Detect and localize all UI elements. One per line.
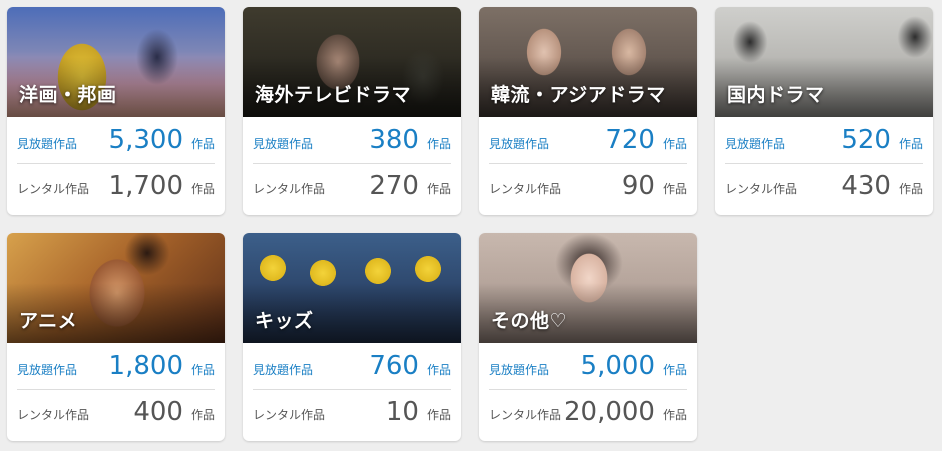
genre-card-overseas-drama[interactable]: 海外テレビドラマ 見放題作品 380 作品 レンタル作品 270 作品 — [243, 7, 461, 215]
unlimited-label: 見放題作品 — [253, 136, 314, 151]
rental-label: レンタル作品 — [489, 182, 562, 196]
rental-count: 10 — [385, 396, 419, 427]
card-title: アニメ — [19, 310, 78, 332]
genre-card-kids[interactable]: キッズ 見放題作品 760 作品 レンタル作品 10 作品 — [243, 233, 461, 441]
rental-row: レンタル作品 400 作品 — [17, 390, 215, 433]
unlimited-unit: 作品 — [426, 362, 451, 377]
card-title: キッズ — [255, 310, 314, 332]
rental-label: レンタル作品 — [253, 182, 326, 196]
card-thumbnail: 洋画・邦画 — [7, 7, 225, 117]
rental-unit: 作品 — [662, 182, 687, 196]
unlimited-unit: 作品 — [426, 136, 451, 151]
rental-count: 270 — [369, 170, 419, 201]
rental-label: レンタル作品 — [17, 408, 90, 422]
unlimited-unit: 作品 — [190, 362, 215, 377]
rental-count: 20,000 — [564, 396, 655, 427]
rental-unit: 作品 — [662, 408, 687, 422]
rental-row: レンタル作品 270 作品 — [253, 164, 451, 207]
rental-label: レンタル作品 — [725, 182, 798, 196]
unlimited-unit: 作品 — [190, 136, 215, 151]
unlimited-label: 見放題作品 — [17, 362, 78, 377]
card-title: その他♡ — [491, 310, 568, 332]
unlimited-count: 380 — [369, 125, 419, 155]
unlimited-unit: 作品 — [898, 136, 923, 151]
unlimited-row: 見放題作品 520 作品 — [725, 117, 923, 164]
card-title: 国内ドラマ — [727, 84, 825, 106]
card-title: 韓流・アジアドラマ — [491, 84, 666, 106]
rental-count: 90 — [621, 170, 655, 201]
genre-card-anime[interactable]: アニメ 見放題作品 1,800 作品 レンタル作品 400 作品 — [7, 233, 225, 441]
rental-row: レンタル作品 20,000 作品 — [489, 390, 687, 433]
rental-unit: 作品 — [898, 182, 923, 196]
unlimited-unit: 作品 — [662, 136, 687, 151]
unlimited-count: 5,000 — [580, 351, 655, 381]
rental-row: レンタル作品 430 作品 — [725, 164, 923, 207]
rental-label: レンタル作品 — [253, 408, 326, 422]
card-thumbnail: 韓流・アジアドラマ — [479, 7, 697, 117]
genre-card-movies[interactable]: 洋画・邦画 見放題作品 5,300 作品 レンタル作品 1,700 作品 — [7, 7, 225, 215]
card-title: 海外テレビドラマ — [255, 84, 412, 106]
card-thumbnail: その他♡ — [479, 233, 697, 343]
unlimited-row: 見放題作品 5,000 作品 — [489, 343, 687, 390]
rental-row: レンタル作品 10 作品 — [253, 390, 451, 433]
unlimited-count: 1,800 — [108, 351, 183, 381]
unlimited-count: 520 — [841, 125, 891, 155]
genre-card-domestic-drama[interactable]: 国内ドラマ 見放題作品 520 作品 レンタル作品 430 作品 — [715, 7, 933, 215]
card-title: 洋画・邦画 — [19, 84, 117, 106]
rental-row: レンタル作品 90 作品 — [489, 164, 687, 207]
unlimited-count: 5,300 — [108, 125, 183, 155]
unlimited-row: 見放題作品 380 作品 — [253, 117, 451, 164]
unlimited-label: 見放題作品 — [489, 136, 550, 151]
unlimited-label: 見放題作品 — [17, 136, 78, 151]
unlimited-count: 720 — [605, 125, 655, 155]
unlimited-count: 760 — [369, 351, 419, 381]
genre-card-other[interactable]: その他♡ 見放題作品 5,000 作品 レンタル作品 20,000 作品 — [479, 233, 697, 441]
unlimited-row: 見放題作品 720 作品 — [489, 117, 687, 164]
rental-count: 1,700 — [108, 170, 183, 201]
rental-unit: 作品 — [426, 408, 451, 422]
rental-unit: 作品 — [190, 408, 215, 422]
unlimited-row: 見放題作品 5,300 作品 — [17, 117, 215, 164]
genre-card-grid: 洋画・邦画 見放題作品 5,300 作品 レンタル作品 1,700 作品 海外テ… — [0, 0, 942, 451]
genre-card-asian-drama[interactable]: 韓流・アジアドラマ 見放題作品 720 作品 レンタル作品 90 作品 — [479, 7, 697, 215]
unlimited-row: 見放題作品 1,800 作品 — [17, 343, 215, 390]
rental-label: レンタル作品 — [489, 408, 562, 422]
card-thumbnail: キッズ — [243, 233, 461, 343]
rental-row: レンタル作品 1,700 作品 — [17, 164, 215, 207]
unlimited-row: 見放題作品 760 作品 — [253, 343, 451, 390]
rental-unit: 作品 — [426, 182, 451, 196]
card-thumbnail: アニメ — [7, 233, 225, 343]
unlimited-label: 見放題作品 — [253, 362, 314, 377]
unlimited-label: 見放題作品 — [489, 362, 550, 377]
unlimited-unit: 作品 — [662, 362, 687, 377]
card-thumbnail: 海外テレビドラマ — [243, 7, 461, 117]
rental-count: 430 — [841, 170, 891, 201]
unlimited-label: 見放題作品 — [725, 136, 786, 151]
rental-count: 400 — [133, 396, 183, 427]
card-thumbnail: 国内ドラマ — [715, 7, 933, 117]
rental-unit: 作品 — [190, 182, 215, 196]
rental-label: レンタル作品 — [17, 182, 90, 196]
